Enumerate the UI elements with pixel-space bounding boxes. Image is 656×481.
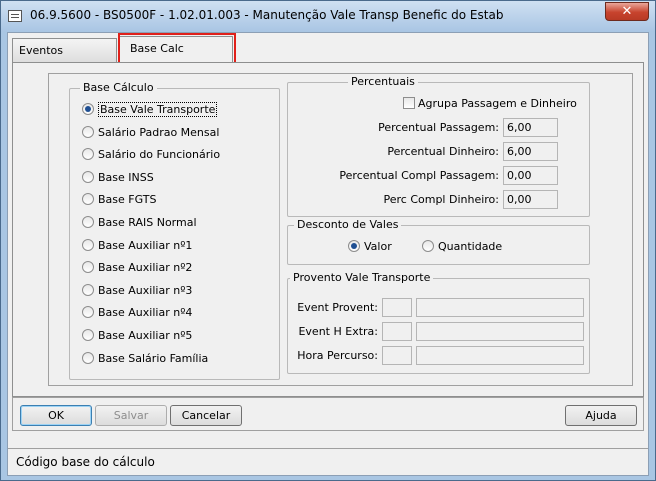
perc-compl-dinheiro-label: Perc Compl Dinheiro: bbox=[383, 193, 499, 206]
base-calculo-group: Base Cálculo Base Vale Transporte Salário… bbox=[69, 81, 280, 380]
hora-percurso-description bbox=[416, 346, 584, 365]
percentuais-legend: Percentuais bbox=[348, 75, 418, 88]
event-provent-label: Event Provent: bbox=[297, 301, 378, 314]
base-option-row[interactable]: Base Salário Família bbox=[82, 351, 209, 365]
tab-eventos[interactable]: Eventos bbox=[12, 38, 117, 62]
event-provent-code-input[interactable] bbox=[382, 298, 412, 317]
base-option-label: Base Auxiliar nº4 bbox=[98, 306, 193, 320]
dialog-client-area: Eventos Base Calc Base Cálculo Base Vale… bbox=[7, 32, 649, 476]
base-option-radio[interactable] bbox=[82, 193, 94, 206]
ajuda-button[interactable]: Ajuda bbox=[565, 405, 637, 426]
base-option-radio[interactable] bbox=[82, 351, 94, 364]
status-text: Código base do cálculo bbox=[16, 455, 155, 469]
tab-strip: Eventos Base Calc bbox=[8, 33, 648, 67]
hora-percurso-code-input[interactable] bbox=[382, 346, 412, 365]
base-option-radio[interactable] bbox=[82, 216, 94, 228]
desconto-quantidade-option[interactable]: Quantidade bbox=[422, 240, 502, 253]
base-option-label: Base RAIS Normal bbox=[98, 216, 197, 229]
base-option-label: Base Salário Família bbox=[98, 351, 209, 365]
base-option-row[interactable]: Salário do Funcionário bbox=[82, 148, 220, 161]
agrupa-checkbox[interactable] bbox=[403, 97, 415, 109]
window-title: 06.9.5600 - BS0500F - 1.02.01.003 - Manu… bbox=[30, 8, 504, 22]
status-bar: Código base do cálculo bbox=[8, 448, 648, 475]
percentual-compl-passagem-label: Percentual Compl Passagem: bbox=[339, 169, 499, 182]
base-option-label: Base Auxiliar nº1 bbox=[98, 238, 193, 252]
salvar-button[interactable]: Salvar bbox=[95, 405, 167, 426]
cancelar-button[interactable]: Cancelar bbox=[170, 405, 242, 426]
base-option-row[interactable]: Base Auxiliar nº2 bbox=[82, 261, 192, 274]
base-option-radio[interactable] bbox=[82, 148, 94, 161]
percentual-passagem-label: Percentual Passagem: bbox=[378, 121, 499, 134]
desconto-valor-option[interactable]: Valor bbox=[348, 240, 392, 253]
tab-panel-base-calc: Base Cálculo Base Vale Transporte Salário… bbox=[12, 62, 644, 397]
base-option-row[interactable]: Base INSS bbox=[82, 170, 154, 184]
perc-compl-dinheiro-input[interactable]: 0,00 bbox=[503, 190, 558, 209]
close-button[interactable]: ✕ bbox=[605, 2, 649, 21]
base-option-label: Base Vale Transporte bbox=[98, 102, 218, 117]
base-option-label: Base Auxiliar nº5 bbox=[98, 329, 193, 342]
agrupa-checkbox-row[interactable]: Agrupa Passagem e Dinheiro bbox=[403, 97, 577, 110]
desconto-valor-radio[interactable] bbox=[348, 240, 360, 252]
provento-legend: Provento Vale Transporte bbox=[290, 271, 434, 284]
base-option-label: Base Auxiliar nº3 bbox=[98, 283, 193, 297]
percentual-dinheiro-input[interactable]: 6,00 bbox=[503, 142, 558, 161]
base-option-row[interactable]: Base Auxiliar nº5 bbox=[82, 329, 192, 342]
base-option-row[interactable]: Base Auxiliar nº4 bbox=[82, 306, 192, 319]
desconto-vales-legend: Desconto de Vales bbox=[294, 218, 402, 231]
button-bar: OK Salvar Cancelar Ajuda bbox=[12, 397, 644, 431]
desconto-quantidade-radio[interactable] bbox=[422, 240, 434, 252]
base-option-row[interactable]: Base Auxiliar nº1 bbox=[82, 238, 193, 252]
base-option-radio[interactable] bbox=[82, 306, 94, 319]
desconto-quantidade-label: Quantidade bbox=[438, 240, 503, 253]
base-option-radio[interactable] bbox=[82, 283, 94, 296]
inner-frame: Base Cálculo Base Vale Transporte Salário… bbox=[48, 73, 633, 386]
event-h-extra-label: Event H Extra: bbox=[298, 325, 378, 338]
base-option-radio[interactable] bbox=[82, 261, 94, 274]
desconto-vales-group: Desconto de Vales Valor Quantidade bbox=[287, 218, 590, 265]
application-window: 06.9.5600 - BS0500F - 1.02.01.003 - Manu… bbox=[0, 0, 656, 481]
percentual-compl-passagem-input[interactable]: 0,00 bbox=[503, 166, 558, 185]
base-option-radio[interactable] bbox=[82, 238, 94, 251]
ok-button[interactable]: OK bbox=[20, 405, 92, 426]
base-option-label: Salário Padrao Mensal bbox=[98, 125, 220, 139]
base-option-row[interactable]: Base Auxiliar nº3 bbox=[82, 283, 193, 297]
hora-percurso-label: Hora Percurso: bbox=[297, 349, 378, 362]
event-provent-description bbox=[416, 298, 584, 317]
percentual-dinheiro-label: Percentual Dinheiro: bbox=[387, 145, 499, 158]
tab-base-calc[interactable]: Base Calc bbox=[119, 36, 233, 63]
base-option-radio[interactable] bbox=[82, 103, 94, 115]
base-option-row[interactable]: Base FGTS bbox=[82, 193, 156, 206]
base-option-row[interactable]: Base Vale Transporte bbox=[82, 102, 218, 117]
base-option-radio[interactable] bbox=[82, 170, 94, 183]
provento-group: Provento Vale Transporte Event Provent: … bbox=[287, 271, 590, 374]
percentuais-group: Percentuais Agrupa Passagem e Dinheiro P… bbox=[287, 75, 590, 217]
title-bar[interactable]: 06.9.5600 - BS0500F - 1.02.01.003 - Manu… bbox=[1, 1, 655, 31]
event-h-extra-code-input[interactable] bbox=[382, 322, 412, 341]
base-option-row[interactable]: Salário Padrao Mensal bbox=[82, 125, 220, 139]
desconto-valor-label: Valor bbox=[364, 240, 392, 253]
event-h-extra-description bbox=[416, 322, 584, 341]
base-option-radio[interactable] bbox=[82, 329, 94, 341]
base-option-label: Salário do Funcionário bbox=[98, 148, 221, 162]
base-option-radio[interactable] bbox=[82, 125, 94, 138]
base-option-label: Base FGTS bbox=[98, 193, 157, 207]
base-option-label: Base INSS bbox=[98, 170, 154, 184]
base-calculo-legend: Base Cálculo bbox=[80, 81, 157, 94]
app-icon bbox=[8, 10, 22, 22]
agrupa-label: Agrupa Passagem e Dinheiro bbox=[418, 97, 577, 110]
base-option-row[interactable]: Base RAIS Normal bbox=[82, 216, 197, 229]
base-option-label: Base Auxiliar nº2 bbox=[98, 261, 193, 275]
percentual-passagem-input[interactable]: 6,00 bbox=[503, 118, 558, 137]
